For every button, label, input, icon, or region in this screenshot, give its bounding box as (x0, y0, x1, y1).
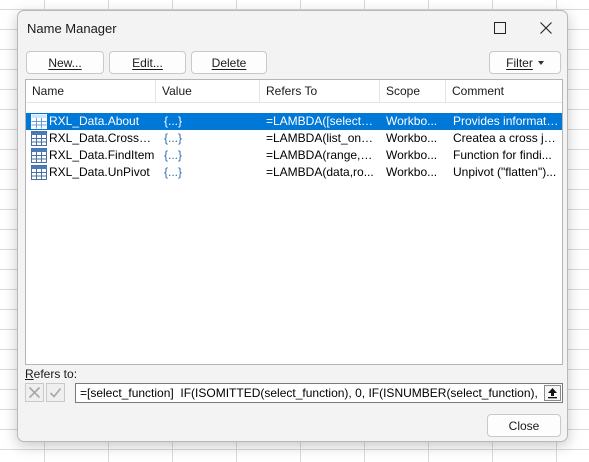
chevron-down-icon (537, 61, 544, 65)
maximize-button[interactable] (477, 11, 523, 45)
row-refers-to: =LAMBDA(range,fi... (266, 148, 374, 162)
refers-to-input[interactable]: =[select_function] IF(ISOMITTED(select_f… (75, 383, 563, 403)
range-name-icon (31, 148, 47, 163)
row-scope: Workbo... (386, 114, 438, 128)
cancel-edit-button[interactable] (25, 383, 44, 402)
list-header: Name Value Refers To Scope Comment (26, 80, 562, 103)
window-title: Name Manager (27, 21, 117, 36)
delete-button-label: Delete (211, 55, 247, 70)
row-refers-to: =LAMBDA(list_one,... (266, 131, 374, 145)
close-icon (540, 22, 552, 34)
row-name: RXL_Data.UnPivot (49, 165, 150, 179)
row-comment: Provides informati... (453, 114, 559, 128)
confirm-edit-button[interactable] (46, 383, 65, 402)
name-manager-dialog: Name Manager New... Edit... Delete Filte… (17, 10, 568, 442)
row-name: RXL_Data.About (49, 114, 140, 128)
table-row[interactable]: RXL_Data.CrossJoin {...} =LAMBDA(list_one,… (26, 130, 562, 147)
collapse-dialog-button[interactable] (544, 385, 561, 401)
collapse-arrow-icon (548, 388, 557, 399)
row-comment: Function for findi... (453, 148, 552, 162)
close-button[interactable]: Close (487, 414, 561, 437)
row-value: {...} (164, 131, 183, 145)
column-header-name[interactable]: Name (26, 80, 156, 103)
row-name: RXL_Data.FindItem (49, 148, 155, 162)
column-header-comment[interactable]: Comment (446, 80, 562, 103)
edit-button[interactable]: Edit... (109, 51, 186, 74)
new-button[interactable]: New... (26, 51, 104, 74)
row-name: RXL_Data.CrossJoin (49, 131, 156, 145)
names-list[interactable]: Name Value Refers To Scope Comment RXL_D… (25, 79, 563, 365)
row-comment: Createa a cross joi... (453, 131, 559, 145)
edit-button-label: Edit... (132, 55, 163, 70)
refers-to-label-text: efers to: (33, 367, 78, 381)
new-button-label: New... (48, 55, 82, 70)
close-window-button[interactable] (523, 11, 567, 45)
filter-button-label: Filter (506, 55, 533, 70)
delete-button[interactable]: Delete (191, 51, 267, 74)
table-row[interactable]: RXL_Data.FindItem {...} =LAMBDA(range,fi..… (26, 147, 562, 164)
row-comment: Unpivot ("flatten")... (453, 165, 557, 179)
maximize-icon (494, 22, 506, 34)
refers-to-formula: =[select_function] IF(ISOMITTED(select_f… (80, 386, 540, 400)
range-name-icon (31, 165, 47, 180)
row-scope: Workbo... (386, 148, 438, 162)
row-scope: Workbo... (386, 165, 438, 179)
column-header-refers-to[interactable]: Refers To (260, 80, 380, 103)
row-refers-to: =LAMBDA([select_f... (266, 114, 374, 128)
range-name-icon (31, 131, 47, 146)
row-scope: Workbo... (386, 131, 438, 145)
filter-button[interactable]: Filter (489, 51, 561, 74)
column-header-scope[interactable]: Scope (380, 80, 446, 103)
minimize-button[interactable] (431, 11, 477, 45)
x-icon (28, 386, 41, 399)
row-value: {...} (164, 114, 183, 128)
row-refers-to: =LAMBDA(data,ro... (266, 165, 374, 179)
table-row[interactable]: RXL_Data.About {...} =LAMBDA([select_f... W… (26, 113, 562, 130)
table-row[interactable]: RXL_Data.UnPivot {...} =LAMBDA(data,ro... W… (26, 164, 562, 181)
row-value: {...} (164, 148, 183, 162)
row-value: {...} (164, 165, 183, 179)
refers-to-label: Refers to: (25, 367, 77, 381)
check-icon (49, 387, 62, 398)
column-header-value[interactable]: Value (156, 80, 260, 103)
close-button-label: Close (508, 418, 540, 433)
title-bar[interactable]: Name Manager (18, 11, 567, 45)
range-name-icon (31, 114, 47, 129)
refers-to-label-accelerator: R (25, 367, 34, 381)
